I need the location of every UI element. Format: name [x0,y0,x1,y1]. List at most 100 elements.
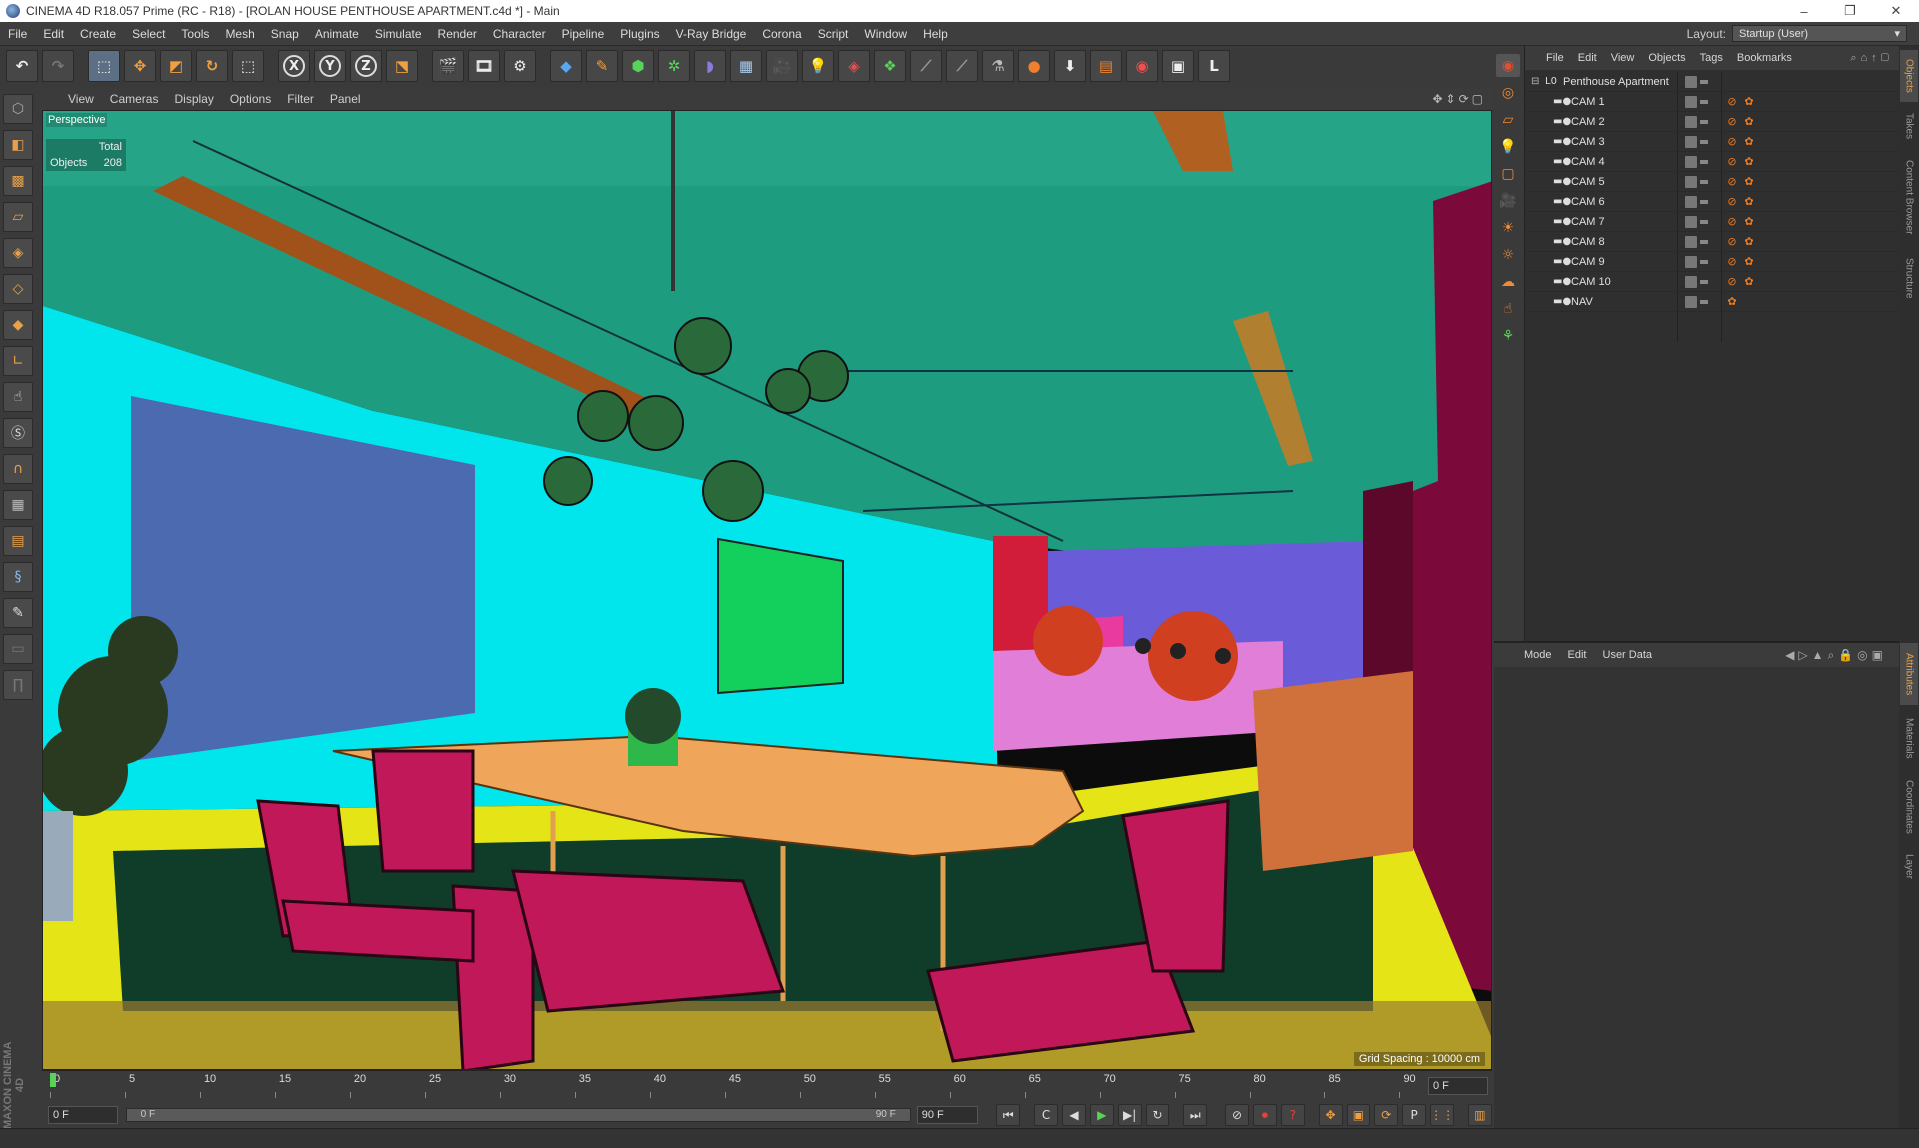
sketch-icon[interactable]: ⟋ [910,50,942,82]
am-menu-user-data[interactable]: User Data [1595,649,1661,661]
layer-flag[interactable] [1685,135,1697,148]
key-rotation-button[interactable]: ⟳ [1374,1104,1399,1126]
texture-mode-icon[interactable]: ▩ [3,166,33,196]
magnet-icon[interactable]: ∩ [3,454,33,484]
layer-flag[interactable] [1685,215,1697,228]
corona-icon[interactable]: ● [1018,50,1050,82]
menu-character[interactable]: Character [485,27,554,41]
layer-flag[interactable] [1685,115,1697,128]
perspective-viewport[interactable]: Perspective Total Objects 208 Grid Spacin… [42,110,1492,1070]
previous-key-button[interactable]: C [1034,1104,1058,1126]
minimize-button[interactable]: – [1781,0,1827,22]
layer-flag[interactable] [1685,235,1697,248]
render-region-icon[interactable]: ◎ [1496,81,1520,104]
tab-materials[interactable]: Materials [1900,709,1918,767]
axis-mode-icon[interactable]: ∟ [3,346,33,376]
tags-icon[interactable]: ◈ [838,50,870,82]
menu-window[interactable]: Window [856,27,915,41]
menu-animate[interactable]: Animate [307,27,367,41]
undo-icon[interactable]: ↶ [6,50,38,82]
layout-dropdown[interactable]: Startup (User) ▾ [1732,25,1907,42]
viewport-menu-display[interactable]: Display [166,92,221,106]
layer-flag[interactable] [1685,295,1697,308]
start-frame-field[interactable]: 0 F [48,1106,118,1124]
menu-create[interactable]: Create [72,27,124,41]
visibility-dots[interactable] [1700,79,1708,84]
render-icon[interactable]: ▤ [1090,50,1122,82]
timeline[interactable]: 0 5 10 15 20 25 30 35 40 45 50 55 60 65 70 75 80 85 90 0 F [42,1070,1492,1102]
visibility-dots[interactable] [1700,299,1708,304]
lock-workplane-icon[interactable]: ▤ [3,526,33,556]
tab-content-browser[interactable]: Content Browser [1900,150,1918,245]
protection-tag-icon[interactable]: ⊘ [1725,155,1739,169]
layer-flag[interactable] [1685,75,1697,88]
ruler-icon[interactable]: ∏ [3,670,33,700]
make-editable-icon[interactable]: ⬡ [3,94,33,124]
object-row[interactable]: ▬● CAM 6 ⊘ ✿ [1525,192,1900,212]
om-menu-view[interactable]: View [1604,52,1642,64]
light-manager-icon[interactable]: 💡 [1496,135,1520,158]
tweak-mode-icon[interactable]: ☝ [3,382,33,412]
vray-icon[interactable]: ⚗ [982,50,1014,82]
recent-tool-icon[interactable]: ⬚ [232,50,264,82]
key-point-level-button[interactable]: ⋮⋮ [1430,1104,1455,1126]
scale-icon[interactable]: ◩ [160,50,192,82]
polygons-mode-icon[interactable]: ◆ [3,310,33,340]
frame-manager-icon[interactable]: ▢ [1496,162,1520,185]
go-to-end-button[interactable]: ⏭ [1183,1104,1208,1126]
om-menu-objects[interactable]: Objects [1641,52,1692,64]
viewport-menu-cameras[interactable]: Cameras [102,92,167,106]
om-menu-edit[interactable]: Edit [1571,52,1604,64]
sky-icon[interactable]: ☁ [1496,271,1520,294]
proxy-icon[interactable]: ⚘ [1496,325,1520,348]
subdivision-icon[interactable]: ⬢ [622,50,654,82]
tab-objects[interactable]: Objects [1900,50,1918,102]
camera-tag-icon[interactable]: ✿ [1742,275,1756,289]
am-menu-edit[interactable]: Edit [1560,649,1595,661]
tab-layer[interactable]: Layer [1900,847,1918,887]
cube-icon[interactable]: ◆ [550,50,582,82]
visibility-dots[interactable] [1700,139,1708,144]
camera-icon[interactable]: 🎥 [766,50,798,82]
tab-structure[interactable]: Structure [1900,249,1918,307]
camera-manager-icon[interactable]: 🎥 [1496,189,1520,212]
layer-flag[interactable] [1685,175,1697,188]
camera-tag-icon[interactable]: ✿ [1742,215,1756,229]
frame-icon[interactable]: L [1198,50,1230,82]
deformer-icon[interactable]: ◗ [694,50,726,82]
tab-attributes[interactable]: Attributes [1900,643,1918,705]
move-icon[interactable]: ✥ [124,50,156,82]
om-search-home-icons[interactable]: ⌕⌂↑▢ [1850,52,1893,65]
menu-simulate[interactable]: Simulate [367,27,430,41]
go-to-start-button[interactable]: ⏮ [996,1104,1021,1126]
viewport-menu-view[interactable]: View [60,92,102,106]
coordinate-system-icon[interactable]: ⬔ [386,50,418,82]
visibility-dots[interactable] [1700,279,1708,284]
color-icon[interactable]: ◉ [1126,50,1158,82]
download-icon[interactable]: ⬇ [1054,50,1086,82]
om-menu-file[interactable]: File [1539,52,1571,64]
floor-icon[interactable]: ▦ [730,50,762,82]
object-row[interactable]: ▬● CAM 7 ⊘ ✿ [1525,212,1900,232]
expand-toggle-icon[interactable]: ⊟ [1531,76,1539,87]
workplane-icon[interactable]: ▱ [3,202,33,232]
visibility-dots[interactable] [1700,159,1708,164]
protection-tag-icon[interactable]: ⊘ [1725,215,1739,229]
visibility-dots[interactable] [1700,99,1708,104]
om-menu-bookmarks[interactable]: Bookmarks [1730,52,1799,64]
paint-icon[interactable]: ✎ [3,598,33,628]
object-row[interactable]: ▬● CAM 9 ⊘ ✿ [1525,252,1900,272]
protection-tag-icon[interactable]: ⊘ [1725,235,1739,249]
camera-tag-icon[interactable]: ✿ [1742,175,1756,189]
menu-tools[interactable]: Tools [173,27,217,41]
menu-file[interactable]: File [0,27,35,41]
playhead[interactable] [50,1073,56,1087]
material-icon[interactable]: ▣ [1162,50,1194,82]
render-settings-icon[interactable]: ⚙ [504,50,536,82]
frame-range-slider[interactable]: 0 F 90 F [125,1108,911,1122]
sun-icon[interactable]: ☀ [1496,217,1520,240]
layer-flag[interactable] [1685,95,1697,108]
live-selection-icon[interactable]: ⬚ [88,50,120,82]
protection-tag-icon[interactable]: ⊘ [1725,115,1739,129]
camera-tag-icon[interactable]: ✿ [1742,115,1756,129]
